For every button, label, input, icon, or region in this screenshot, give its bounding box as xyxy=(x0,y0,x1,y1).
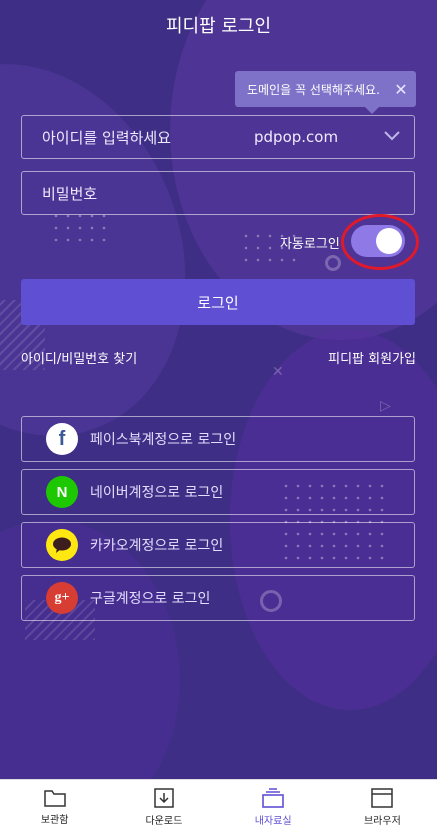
social-label: 네이버계정으로 로그인 xyxy=(90,485,224,501)
signup-link[interactable]: 피디팝 회원가입 xyxy=(328,348,416,367)
kakao-login-button[interactable]: 카카오계정으로 로그인 xyxy=(21,522,415,568)
login-button[interactable]: 로그인 xyxy=(21,279,415,325)
domain-tooltip: 도메인을 꼭 선택해주세요. ✕ xyxy=(235,71,416,114)
tab-label: 보관함 xyxy=(40,815,69,826)
tab-browser[interactable]: 브라우저 xyxy=(328,780,437,834)
social-label: 페이스북계정으로 로그인 xyxy=(90,432,237,448)
dot-pattern xyxy=(50,210,110,250)
login-screen: ✕ ▷ 피디팝 로그인 도메인을 꼭 선택해주세요. ✕ 아이디를 입력하세요 … xyxy=(0,0,437,834)
domain-select[interactable]: pdpop.com xyxy=(254,128,338,146)
close-icon[interactable]: ✕ xyxy=(386,80,416,99)
page-title: 피디팝 로그인 xyxy=(165,16,272,37)
browser-icon xyxy=(371,788,394,808)
chevron-down-icon[interactable] xyxy=(384,129,400,145)
folder-icon xyxy=(43,790,66,807)
social-label: 구글계정으로 로그인 xyxy=(90,591,211,607)
facebook-icon: f xyxy=(46,423,78,455)
triangle-decoration: ▷ xyxy=(380,398,391,414)
highlight-circle xyxy=(341,214,419,270)
ring-decoration xyxy=(325,255,341,271)
tab-library[interactable]: 내자료실 xyxy=(219,780,328,834)
google-login-button[interactable]: g+ 구글계정으로 로그인 xyxy=(21,575,415,621)
naver-login-button[interactable]: N 네이버계정으로 로그인 xyxy=(21,469,415,515)
tab-label: 브라우저 xyxy=(363,816,401,827)
facebook-glyph: f xyxy=(58,427,66,450)
id-field[interactable]: 아이디를 입력하세요 pdpop.com xyxy=(21,115,415,159)
tab-download[interactable]: 다운로드 xyxy=(109,780,218,834)
bottom-tab-bar: 보관함 다운로드 내자료실 브라우저 xyxy=(0,779,437,834)
kakao-icon xyxy=(46,529,78,561)
auto-login-label: 자동로그인 xyxy=(280,237,340,252)
naver-icon: N xyxy=(46,476,78,508)
tooltip-text: 도메인을 꼭 선택해주세요. xyxy=(247,82,380,97)
password-placeholder: 비밀번호 xyxy=(42,184,98,203)
google-plus-icon: g+ xyxy=(46,582,78,614)
id-placeholder: 아이디를 입력하세요 xyxy=(42,128,171,147)
google-plus-glyph: g+ xyxy=(54,590,70,605)
library-icon xyxy=(262,788,284,808)
tab-storage[interactable]: 보관함 xyxy=(0,780,109,834)
cross-decoration: ✕ xyxy=(272,364,284,380)
facebook-login-button[interactable]: f 페이스북계정으로 로그인 xyxy=(21,416,415,462)
tab-label: 다운로드 xyxy=(145,816,183,827)
download-icon xyxy=(154,788,174,808)
password-field[interactable]: 비밀번호 xyxy=(21,171,415,215)
tab-label: 내자료실 xyxy=(254,816,292,827)
social-label: 카카오계정으로 로그인 xyxy=(90,538,224,554)
naver-glyph: N xyxy=(56,483,68,501)
find-account-link[interactable]: 아이디/비밀번호 찾기 xyxy=(21,348,137,367)
